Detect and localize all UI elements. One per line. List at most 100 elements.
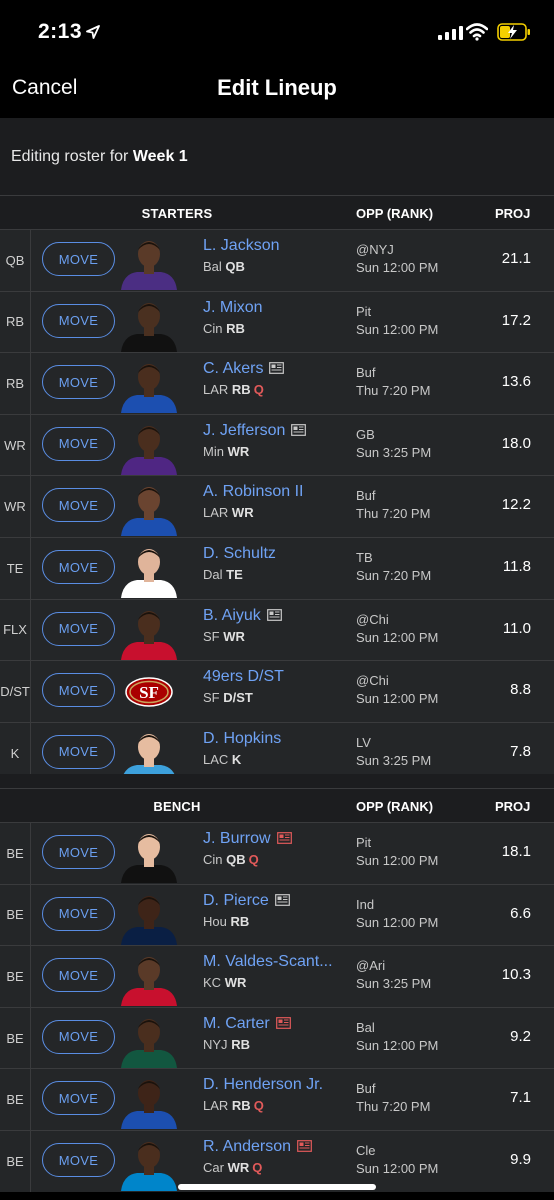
player-name[interactable]: 49ers D/ST	[203, 668, 284, 685]
player-name-link[interactable]: J. Jefferson	[203, 422, 307, 440]
player-position: RB	[231, 1098, 251, 1114]
home-indicator	[178, 1184, 376, 1190]
player-name-link[interactable]: B. Aiyuk	[203, 607, 282, 625]
news-icon[interactable]	[297, 1140, 312, 1152]
move-button[interactable]: MOVE	[42, 242, 115, 276]
projected-points: 17.2	[501, 311, 531, 329]
player-headshot-icon	[121, 957, 177, 1007]
lineup-slot: BE	[0, 1007, 31, 1069]
move-button[interactable]: MOVE	[42, 734, 115, 769]
player-name[interactable]: A. Robinson II	[203, 483, 304, 500]
opponent: Ind	[356, 896, 375, 912]
player-name[interactable]: J. Burrow	[203, 830, 271, 847]
player-name-link[interactable]: C. Akers	[203, 360, 285, 378]
move-button[interactable]: MOVE	[42, 958, 115, 993]
player-name-link[interactable]: R. Anderson	[203, 1138, 312, 1156]
player-name-link[interactable]: M. Carter	[203, 1015, 291, 1033]
player-headshot-icon	[121, 241, 177, 290]
player-name-link[interactable]: D. Henderson Jr.	[203, 1076, 323, 1094]
player-name[interactable]: D. Schultz	[203, 545, 276, 562]
starters-title: STARTERS	[141, 206, 213, 221]
team-abbr: SF	[203, 690, 220, 706]
player-name[interactable]: R. Anderson	[203, 1138, 291, 1155]
move-button[interactable]: MOVE	[42, 303, 115, 338]
roster-row: RB MOVE C. Akers LAR RB Q Buf Thu 7:20 PM 13.6	[0, 352, 554, 414]
player-name-link[interactable]: A. Robinson II	[203, 483, 304, 501]
roster-row: BE MOVE M. Valdes-Scant... KC WR @Ari Sun 3:2…	[0, 945, 554, 1007]
lineup-slot: D/ST	[0, 661, 31, 722]
move-button[interactable]: MOVE	[42, 365, 115, 400]
svg-text:SF: SF	[139, 683, 159, 702]
player-position: K	[231, 751, 242, 767]
lineup-slot: BE	[0, 1131, 31, 1192]
game-time: Sun 7:20 PM	[356, 568, 432, 583]
player-name[interactable]: J. Mixon	[203, 299, 263, 316]
player-team-position: Cin RB	[203, 321, 245, 336]
roster-row: BE MOVE J. Burrow Cin QB Q Pit Sun 12:00 PM 18.…	[0, 822, 554, 884]
player-position: QB	[225, 259, 245, 274]
move-button[interactable]: MOVE	[42, 673, 115, 708]
wifi-icon	[466, 23, 488, 41]
projected-points: 11.0	[502, 619, 531, 637]
lineup-slot: BE	[0, 823, 31, 884]
projected-points: 11.8	[502, 558, 531, 575]
player-position: RB	[230, 913, 250, 929]
move-button[interactable]: MOVE	[42, 835, 115, 869]
news-icon[interactable]	[274, 893, 290, 906]
section-divider	[0, 774, 554, 788]
player-name[interactable]: C. Akers	[203, 360, 263, 377]
game-time: Sun 3:25 PM	[356, 444, 432, 460]
move-button[interactable]: MOVE	[42, 550, 115, 584]
news-icon[interactable]	[275, 1016, 291, 1029]
player-name[interactable]: M. Valdes-Scant...	[203, 953, 333, 970]
player-name-link[interactable]: J. Burrow	[203, 830, 292, 848]
move-button[interactable]: MOVE	[42, 1081, 115, 1116]
player-name-link[interactable]: D. Hopkins	[203, 730, 281, 748]
player-name[interactable]: D. Henderson Jr.	[203, 1076, 323, 1093]
player-team-position: Bal QB	[203, 259, 245, 274]
proj-column-header: PROJ	[495, 799, 531, 814]
player-name[interactable]: M. Carter	[203, 1015, 270, 1032]
move-button[interactable]: MOVE	[42, 611, 115, 646]
move-button[interactable]: MOVE	[42, 488, 115, 523]
news-icon[interactable]	[269, 362, 285, 375]
player-name-link[interactable]: L. Jackson	[203, 237, 279, 255]
news-icon[interactable]	[266, 608, 282, 621]
roster-row: BE MOVE M. Carter NYJ RB Bal Sun 12:00 PM 9.2	[0, 1006, 554, 1069]
player-team-position: NYJ RB	[203, 1037, 250, 1052]
player-name[interactable]: L. Jackson	[203, 237, 279, 254]
roster-row: BE MOVE R. Anderson Car WR Q Cle Sun 12:00 PM 9…	[0, 1130, 554, 1192]
player-name[interactable]: B. Aiyuk	[203, 607, 261, 624]
player-team-position: Hou RB	[203, 914, 249, 929]
projected-points: 13.6	[501, 373, 531, 391]
player-name-link[interactable]: J. Mixon	[203, 299, 263, 317]
player-name[interactable]: J. Jefferson	[203, 422, 285, 439]
game-time: Sun 12:00 PM	[356, 1037, 439, 1053]
player-name[interactable]: D. Hopkins	[203, 730, 281, 747]
injury-status-badge: Q	[253, 1098, 264, 1114]
game-time: Sun 12:00 PM	[356, 629, 439, 645]
team-abbr: SF	[203, 628, 220, 644]
game-time: Thu 7:20 PM	[356, 1099, 431, 1115]
lineup-slot: FLX	[0, 599, 31, 661]
lineup-slot: WR	[0, 476, 31, 537]
roster-row: WR MOVE A. Robinson II LAR WR Buf Thu 7:20 PM…	[0, 475, 554, 537]
player-position: WR	[227, 1160, 250, 1175]
player-name-link[interactable]: D. Schultz	[203, 545, 276, 563]
player-name[interactable]: D. Pierce	[203, 892, 269, 909]
move-button[interactable]: MOVE	[42, 896, 115, 931]
news-icon[interactable]	[276, 832, 292, 844]
opponent: Buf	[356, 365, 376, 381]
opponent: Pit	[356, 303, 372, 319]
player-team-position: LAR RB Q	[203, 1098, 264, 1113]
player-name-link[interactable]: 49ers D/ST	[203, 668, 284, 686]
projected-points: 21.1	[501, 250, 531, 267]
proj-column-header: PROJ	[495, 206, 531, 221]
team-abbr: LAC	[203, 751, 229, 767]
move-button[interactable]: MOVE	[42, 426, 115, 461]
move-button[interactable]: MOVE	[42, 1143, 115, 1177]
player-name-link[interactable]: M. Valdes-Scant...	[203, 953, 333, 971]
news-icon[interactable]	[291, 423, 307, 436]
move-button[interactable]: MOVE	[42, 1019, 115, 1054]
player-name-link[interactable]: D. Pierce	[203, 892, 290, 910]
